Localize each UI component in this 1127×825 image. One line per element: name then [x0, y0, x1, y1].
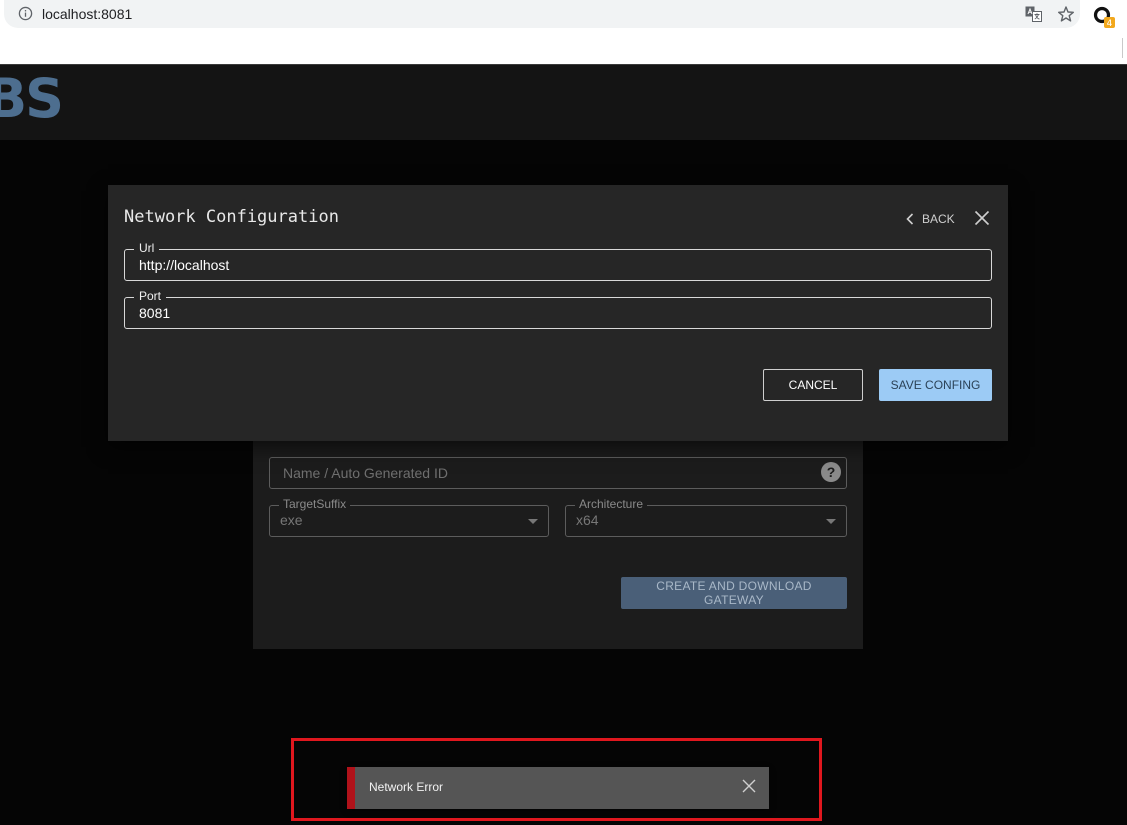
- target-suffix-label: TargetSuffix: [279, 497, 351, 511]
- back-button[interactable]: BACK: [906, 209, 955, 229]
- chevron-down-icon: [528, 519, 538, 524]
- gateway-form-card: ? TargetSuffix exe Architecture x64 CREA…: [253, 430, 863, 649]
- close-icon[interactable]: [974, 210, 990, 226]
- url-label: Url: [134, 242, 160, 255]
- architecture-value: x64: [576, 512, 599, 528]
- url-field[interactable]: Url: [124, 242, 992, 281]
- url-text[interactable]: localhost:8081: [42, 5, 132, 23]
- app-header: BS: [0, 65, 1127, 140]
- dialog-title: Network Configuration: [124, 207, 339, 227]
- target-suffix-select[interactable]: TargetSuffix exe: [269, 497, 549, 537]
- port-field[interactable]: Port: [124, 290, 992, 329]
- toast-accent-bar: [347, 767, 355, 809]
- chevron-down-icon: [826, 519, 836, 524]
- save-config-button[interactable]: SAVE CONFING: [879, 369, 992, 401]
- help-icon[interactable]: ?: [821, 462, 841, 482]
- close-icon[interactable]: [742, 779, 756, 793]
- bookmark-star-icon[interactable]: [1057, 5, 1075, 23]
- info-icon[interactable]: [18, 6, 33, 21]
- translate-icon[interactable]: [1025, 6, 1042, 22]
- gateway-name-input[interactable]: [269, 457, 847, 489]
- port-input[interactable]: [139, 305, 979, 321]
- architecture-label: Architecture: [575, 497, 648, 511]
- toast-message: Network Error: [369, 780, 444, 794]
- extension-icon[interactable]: 4: [1092, 5, 1116, 29]
- create-download-gateway-button[interactable]: CREATE AND DOWNLOAD GATEWAY: [621, 577, 847, 609]
- brand-logo: BS: [0, 67, 64, 130]
- cancel-button[interactable]: CANCEL: [763, 369, 863, 401]
- target-suffix-value: exe: [280, 512, 303, 528]
- network-configuration-dialog: Network Configuration BACK Url Port CANC…: [108, 185, 1008, 441]
- chevron-left-icon: [906, 213, 914, 225]
- address-bar[interactable]: localhost:8081: [4, 0, 1080, 28]
- port-label: Port: [134, 290, 167, 303]
- extension-badge: 4: [1107, 19, 1113, 29]
- architecture-select[interactable]: Architecture x64: [565, 497, 847, 537]
- browser-toolbar: localhost:8081 4: [0, 0, 1127, 65]
- back-label: BACK: [922, 212, 955, 226]
- url-input[interactable]: [139, 257, 979, 273]
- scrollbar[interactable]: [1122, 38, 1127, 58]
- error-toast: Network Error: [347, 767, 769, 809]
